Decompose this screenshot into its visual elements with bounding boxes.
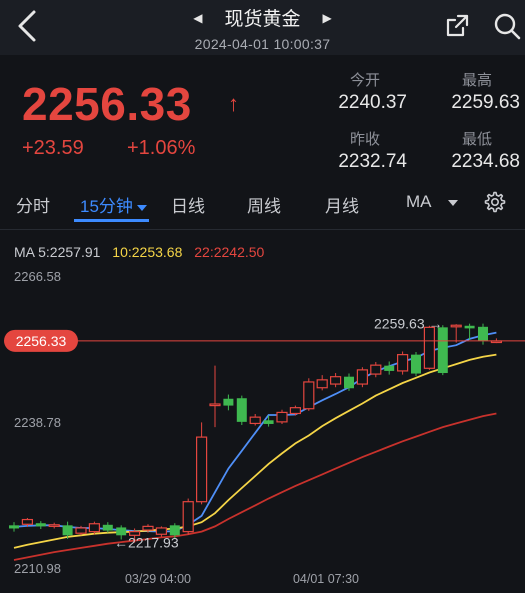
tab-ma[interactable]: MA: [406, 192, 458, 212]
candle-body: [344, 376, 354, 389]
ma10-legend: 10:2253.68: [112, 244, 183, 260]
candle-body: [423, 326, 435, 369]
triangle-right-icon[interactable]: ▶: [323, 11, 332, 25]
tab-15min[interactable]: 15分钟: [80, 192, 147, 217]
candle-body: [450, 324, 462, 328]
tab-daily[interactable]: 日线: [171, 192, 205, 217]
gear-icon[interactable]: [483, 190, 507, 214]
candle-body: [464, 325, 475, 329]
high-value: 2259.63: [451, 92, 520, 113]
share-icon[interactable]: [444, 13, 470, 39]
x-axis-label: 03/29 04:00: [125, 572, 191, 586]
candle-body: [478, 326, 488, 341]
tab-intraday[interactable]: 分时: [16, 192, 50, 217]
candle-body: [75, 527, 87, 534]
candle-body: [182, 501, 194, 533]
high-annotation: 2259.63 →: [374, 316, 443, 332]
candle-body: [223, 398, 234, 406]
candle-body: [236, 398, 247, 422]
last-price: 2256.33: [22, 78, 192, 130]
open-value: 2240.37: [338, 92, 407, 113]
candle-body: [303, 381, 315, 410]
tab-weekly[interactable]: 周线: [247, 192, 281, 217]
candle-body: [370, 364, 382, 375]
low-label: 最低: [462, 131, 493, 148]
candlestick-chart[interactable]: 2266.58 2238.78 2210.98 2256.33 2259.63 → ←22…: [0, 262, 525, 593]
triangle-left-icon[interactable]: ◀: [193, 11, 202, 25]
tab-ma-label: MA: [406, 192, 432, 211]
price-change-percent: +1.06%: [127, 137, 196, 159]
candle-body: [411, 354, 421, 374]
candle-body: [437, 327, 448, 374]
candle-body: [209, 403, 221, 407]
ma22-line: [13, 412, 497, 561]
candle-body: [88, 523, 101, 533]
candle-body: [289, 407, 301, 415]
prev-close-label: 昨收: [350, 131, 381, 148]
high-label: 最高: [462, 72, 493, 89]
top-bar: ◀ 现货黄金 ▶ 2024-04-01 10:00:37: [0, 0, 525, 55]
price-change: +23.59: [22, 137, 84, 159]
period-tabs: 分时 15分钟 日线 周线 月线 MA: [0, 175, 525, 230]
candle-body: [356, 369, 368, 385]
candle-body: [142, 525, 154, 531]
page-title: 现货黄金: [224, 9, 301, 30]
up-arrow-icon: ↑: [228, 91, 239, 116]
candle-body: [62, 525, 73, 536]
candle-body: [196, 436, 208, 503]
candle-body: [330, 376, 342, 385]
candle-body: [21, 518, 33, 525]
dropdown-caret-icon: [136, 204, 147, 211]
prev-close-value: 2232.74: [338, 151, 407, 172]
y-axis-label: 2266.58: [14, 269, 61, 284]
candle-body: [35, 523, 46, 527]
candle-body: [9, 525, 19, 529]
y-axis-label: 2238.78: [14, 415, 61, 430]
tab-15min-label: 15分钟: [80, 197, 133, 216]
ma-legend: MA 5:2257.91 10:2253.68 22:2242.50: [14, 244, 272, 260]
candle-body: [276, 411, 288, 423]
active-tab-indicator: [74, 219, 149, 222]
candle-body: [48, 524, 60, 527]
low-value: 2234.68: [451, 151, 520, 172]
quote-panel: 2256.33 ↑ +23.59 +1.06% 今开 2240.37 最高 22…: [0, 55, 525, 175]
candle-body: [384, 365, 395, 371]
candle-body: [249, 416, 261, 425]
y-axis-label: 2210.98: [14, 561, 61, 576]
ma5-legend: MA 5:2257.91: [14, 244, 100, 260]
x-axis-label: 04/01 07:30: [293, 572, 359, 586]
candle-body: [397, 354, 409, 372]
ma5-text: MA 5:2257.91: [14, 244, 101, 260]
tab-monthly[interactable]: 月线: [325, 192, 359, 217]
ma10-line: [13, 353, 497, 549]
candle-body: [316, 379, 328, 389]
candle-body: [155, 527, 167, 535]
low-annotation: ←2217.93: [114, 535, 179, 551]
open-label: 今开: [350, 72, 381, 89]
current-price-label: 2256.33: [16, 333, 67, 349]
dropdown-caret-icon: [447, 199, 458, 206]
candle-body: [263, 420, 274, 424]
ma22-legend: 22:2242.50: [194, 244, 265, 260]
candle-body: [102, 524, 113, 531]
search-icon[interactable]: [493, 12, 521, 40]
